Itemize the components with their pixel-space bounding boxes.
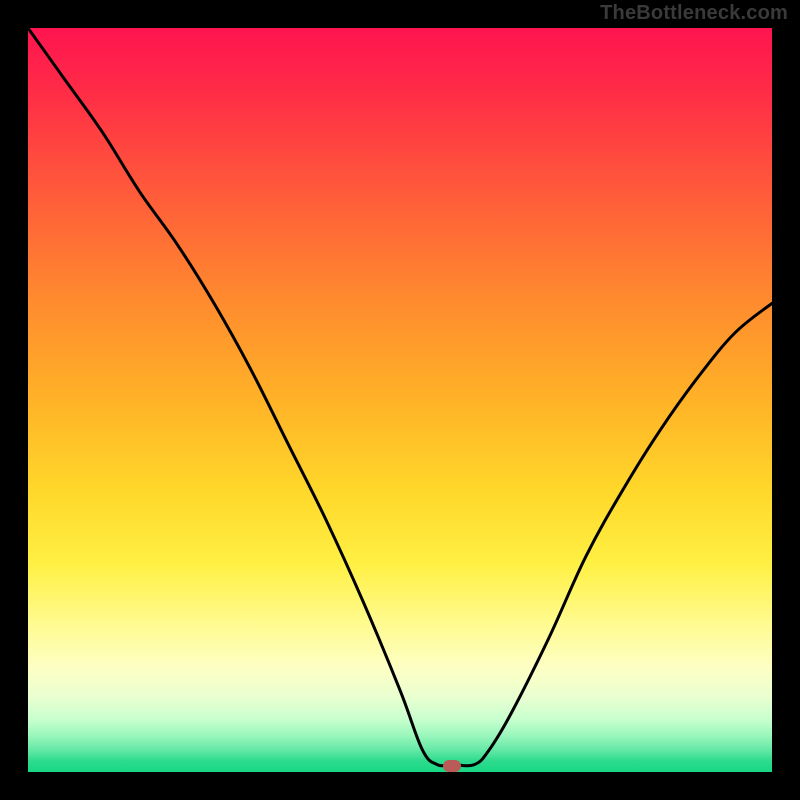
attribution-text: TheBottleneck.com [600, 2, 788, 25]
optimal-marker [443, 760, 461, 772]
chart-frame: TheBottleneck.com [0, 0, 800, 800]
plot-area [28, 28, 772, 772]
bottleneck-curve [28, 28, 772, 772]
